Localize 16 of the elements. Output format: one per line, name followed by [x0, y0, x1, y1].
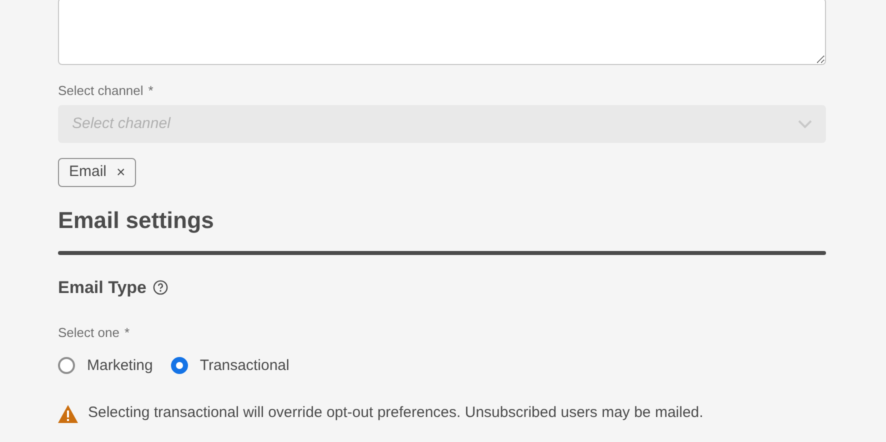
remove-tag-button[interactable]: ×	[116, 164, 126, 180]
subsection-heading: Email Type	[58, 277, 146, 299]
radio-label: Transactional	[200, 356, 290, 376]
required-mark: *	[148, 83, 154, 98]
radio-button[interactable]	[58, 357, 75, 374]
required-mark: *	[124, 324, 130, 340]
section-heading: Email settings	[58, 206, 215, 235]
warning-message: Selecting transactional will override opt-out preferences. Unsubscribed users may be mailed.	[88, 403, 704, 424]
field-label: Select channel	[58, 83, 144, 98]
tag-label: Email	[69, 162, 107, 182]
radio-label: Marketing	[87, 356, 153, 376]
chevron-down-icon	[798, 120, 812, 128]
help-icon[interactable]	[152, 280, 168, 296]
warning-icon	[58, 404, 78, 422]
field-label: Select one	[58, 324, 120, 340]
radio-button[interactable]	[170, 357, 188, 374]
